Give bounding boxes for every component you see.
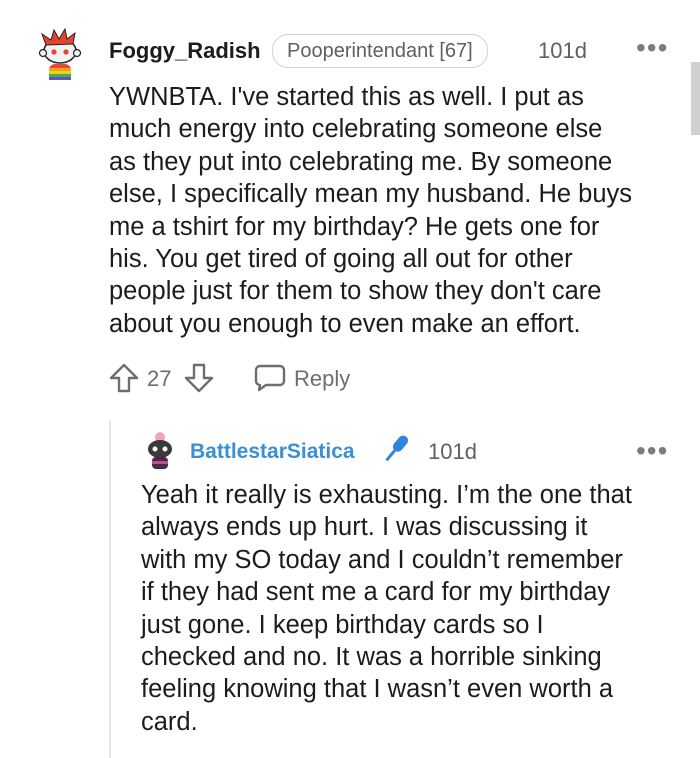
comment-line: YWNBTA. I've started this as well. I put… <box>109 83 584 111</box>
reply-line: Yeah it really is exhausting. I’m the on… <box>141 481 632 509</box>
reply-line: with my SO today and I couldn’t remember <box>141 545 623 574</box>
reply-username[interactable]: BattlestarSiatica <box>190 440 355 464</box>
speech-bubble-icon <box>254 363 286 393</box>
snoo-avatar-icon[interactable] <box>140 430 180 470</box>
comment-body: YWNBTA. I've started this as well. I put… <box>109 81 689 340</box>
reply-line: card. <box>141 707 198 736</box>
reply-line: feeling knowing that I wasn’t even worth… <box>141 675 614 704</box>
microphone-icon <box>378 431 414 467</box>
snoo-avatar-icon[interactable] <box>34 27 86 82</box>
scrollbar[interactable] <box>691 62 700 135</box>
reply-line: checked and no. It was a horrible sinkin… <box>141 643 602 672</box>
comment-line: as they put into celebrating me. By some… <box>109 147 613 176</box>
more-options-button[interactable]: ••• <box>636 437 668 465</box>
reply-age: 101d <box>428 439 477 464</box>
comment-username[interactable]: Foggy_Radish <box>109 38 261 64</box>
vote-count: 27 <box>147 366 172 391</box>
downvote-arrow-icon[interactable] <box>183 362 215 394</box>
reply-line: always ends up hurt. I was discussing it <box>141 513 588 542</box>
reply-line: just gone. I keep birthday cards so I <box>141 610 544 639</box>
comment-line: much energy into celebrating someone els… <box>109 115 603 144</box>
reply-line: if they had sent me a card for my birthd… <box>141 578 611 607</box>
more-options-button[interactable]: ••• <box>636 34 668 62</box>
reply-button[interactable]: Reply <box>254 362 364 394</box>
reply-label: Reply <box>294 366 351 391</box>
comment-line: people just for them to show they don't … <box>109 277 602 306</box>
user-flair: Pooperintendant [67] <box>272 34 488 68</box>
upvote-arrow-icon[interactable] <box>108 362 140 394</box>
comment-line: his. You get tired of going all out for … <box>109 245 573 274</box>
reply-body: Yeah it really is exhausting. I’m the on… <box>141 479 693 738</box>
comment-line: me a tshirt for my birthday? He gets one… <box>109 212 600 241</box>
comment-age: 101d <box>538 38 587 63</box>
comment-line: else, I specifically mean my husband. He… <box>109 180 632 209</box>
comment-line: about you enough to even make an effort. <box>109 309 581 338</box>
thread-line[interactable] <box>109 420 111 758</box>
